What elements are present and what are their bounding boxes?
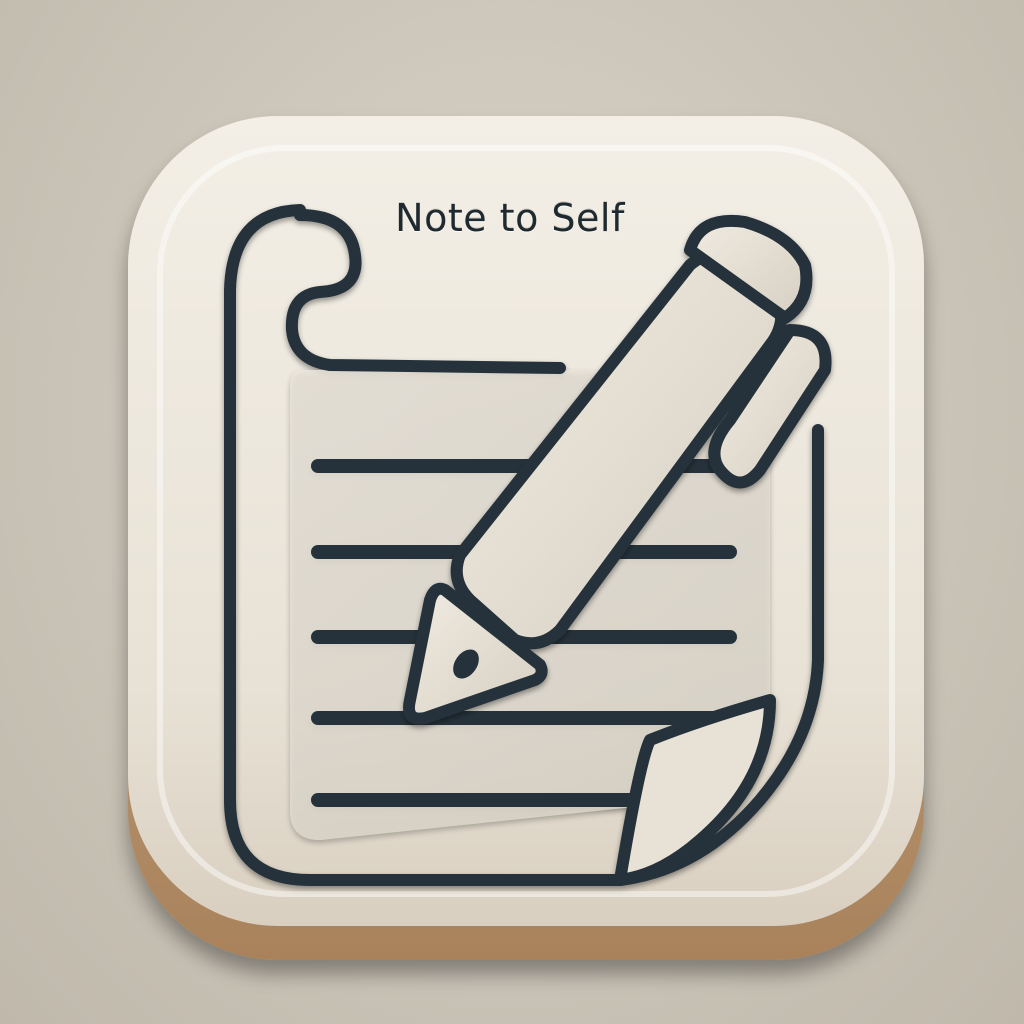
app-title: Note to Self bbox=[395, 196, 625, 240]
note-to-self-app-icon[interactable] bbox=[0, 0, 1024, 1024]
